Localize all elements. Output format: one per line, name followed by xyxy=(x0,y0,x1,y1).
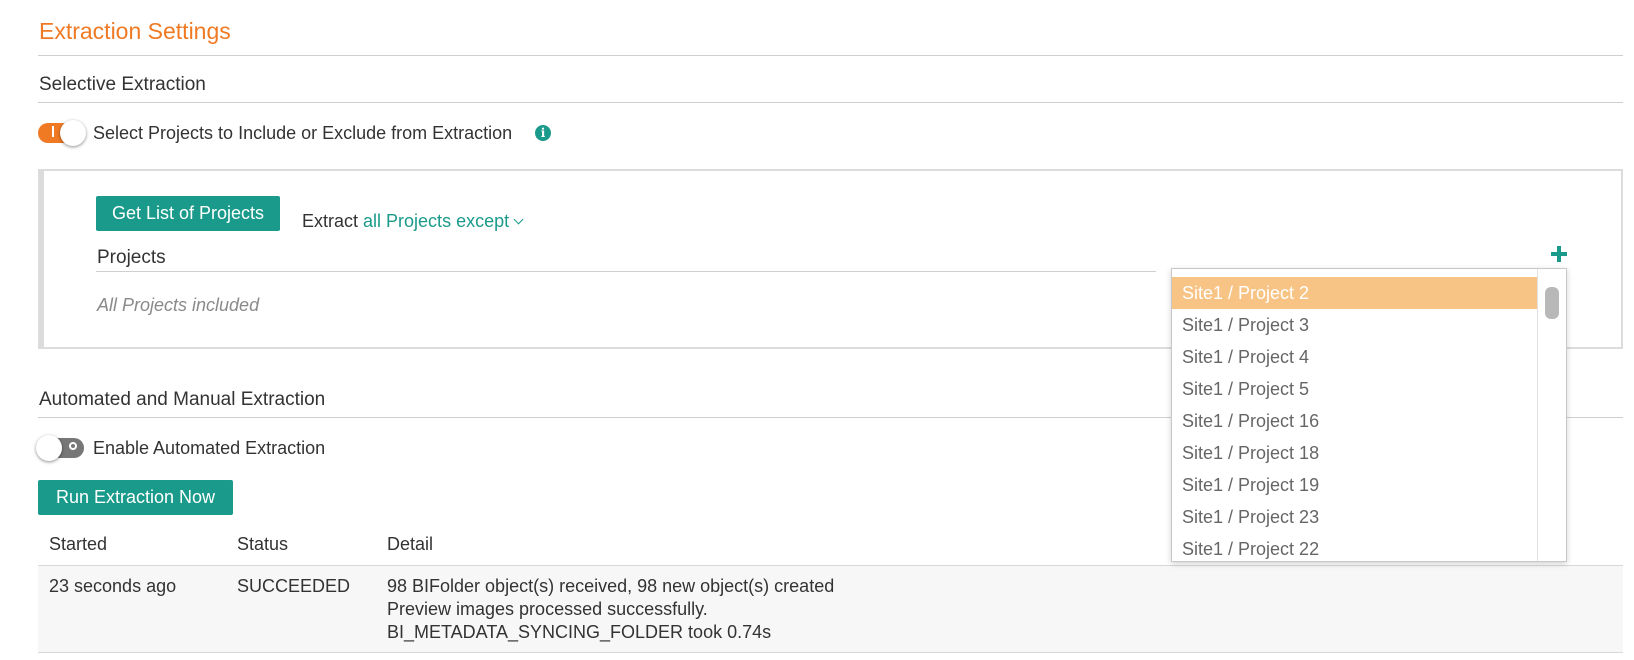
dropdown-scrollbar[interactable] xyxy=(1537,269,1566,561)
dropdown-option[interactable]: Site1 / Project 23 xyxy=(1172,501,1539,533)
column-header-started: Started xyxy=(49,534,108,554)
dropdown-option[interactable]: Site1 / Project 22 xyxy=(1172,533,1539,561)
run-extraction-now-button[interactable]: Run Extraction Now xyxy=(38,480,233,515)
selective-divider xyxy=(38,102,1623,103)
toggle-off-mark-icon xyxy=(69,442,77,450)
project-dropdown-list[interactable]: Site1 / Project 2 Site1 / Project 3 Site… xyxy=(1171,268,1567,562)
projects-divider xyxy=(96,271,1156,272)
automated-extraction-toggle[interactable] xyxy=(36,435,84,461)
toggle-knob xyxy=(36,435,62,461)
title-divider xyxy=(38,55,1623,56)
row-status-cell: SUCCEEDED xyxy=(237,576,351,596)
projects-heading: Projects xyxy=(97,247,166,268)
extraction-settings-page: Extraction Settings Selective Extraction… xyxy=(0,0,1634,660)
dropdown-option[interactable]: Site1 / Project 18 xyxy=(1172,437,1539,469)
automated-extraction-label: Enable Automated Extraction xyxy=(93,438,326,458)
chevron-down-icon xyxy=(513,214,524,225)
selective-extraction-toggle[interactable] xyxy=(38,120,86,146)
dropdown-option[interactable]: Site1 / Project 16 xyxy=(1172,405,1539,437)
page-title: Extraction Settings xyxy=(39,18,231,44)
extract-mode-selector: Extract all Projects except xyxy=(302,211,524,232)
column-header-detail: Detail xyxy=(387,534,434,554)
dropdown-option[interactable]: Site1 / Project 19 xyxy=(1172,469,1539,501)
dropdown-option[interactable]: Site1 / Project 3 xyxy=(1172,309,1539,341)
row-detail-line: 98 BIFolder object(s) received, 98 new o… xyxy=(387,576,835,596)
section-heading-automated: Automated and Manual Extraction xyxy=(39,389,326,410)
add-project-plus-icon[interactable] xyxy=(1551,246,1567,262)
extract-mode-value: all Projects except xyxy=(363,211,510,231)
extract-mode-dropdown[interactable]: all Projects except xyxy=(363,211,524,231)
dropdown-scrollbar-thumb[interactable] xyxy=(1545,287,1559,319)
extract-prefix-label: Extract xyxy=(302,211,359,231)
row-detail-line: BI_METADATA_SYNCING_FOLDER took 0.74s xyxy=(387,622,772,642)
selective-extraction-label: Select Projects to Include or Exclude fr… xyxy=(93,123,513,143)
column-header-status: Status xyxy=(237,534,289,554)
projects-empty-message: All Projects included xyxy=(97,295,260,315)
toggle-on-mark-icon xyxy=(52,126,54,137)
toggle-knob xyxy=(60,120,86,146)
info-icon[interactable]: i xyxy=(535,125,551,141)
row-detail-line: Preview images processed successfully. xyxy=(387,599,708,619)
dropdown-option[interactable]: Site1 / Project 5 xyxy=(1172,373,1539,405)
dropdown-option[interactable]: Site1 / Project 4 xyxy=(1172,341,1539,373)
row-started-cell: 23 seconds ago xyxy=(49,576,177,596)
get-list-of-projects-button[interactable]: Get List of Projects xyxy=(96,196,280,231)
project-dropdown-options: Site1 / Project 2 Site1 / Project 3 Site… xyxy=(1172,277,1539,561)
section-heading-selective: Selective Extraction xyxy=(39,74,206,95)
dropdown-option[interactable]: Site1 / Project 2 xyxy=(1172,277,1539,309)
